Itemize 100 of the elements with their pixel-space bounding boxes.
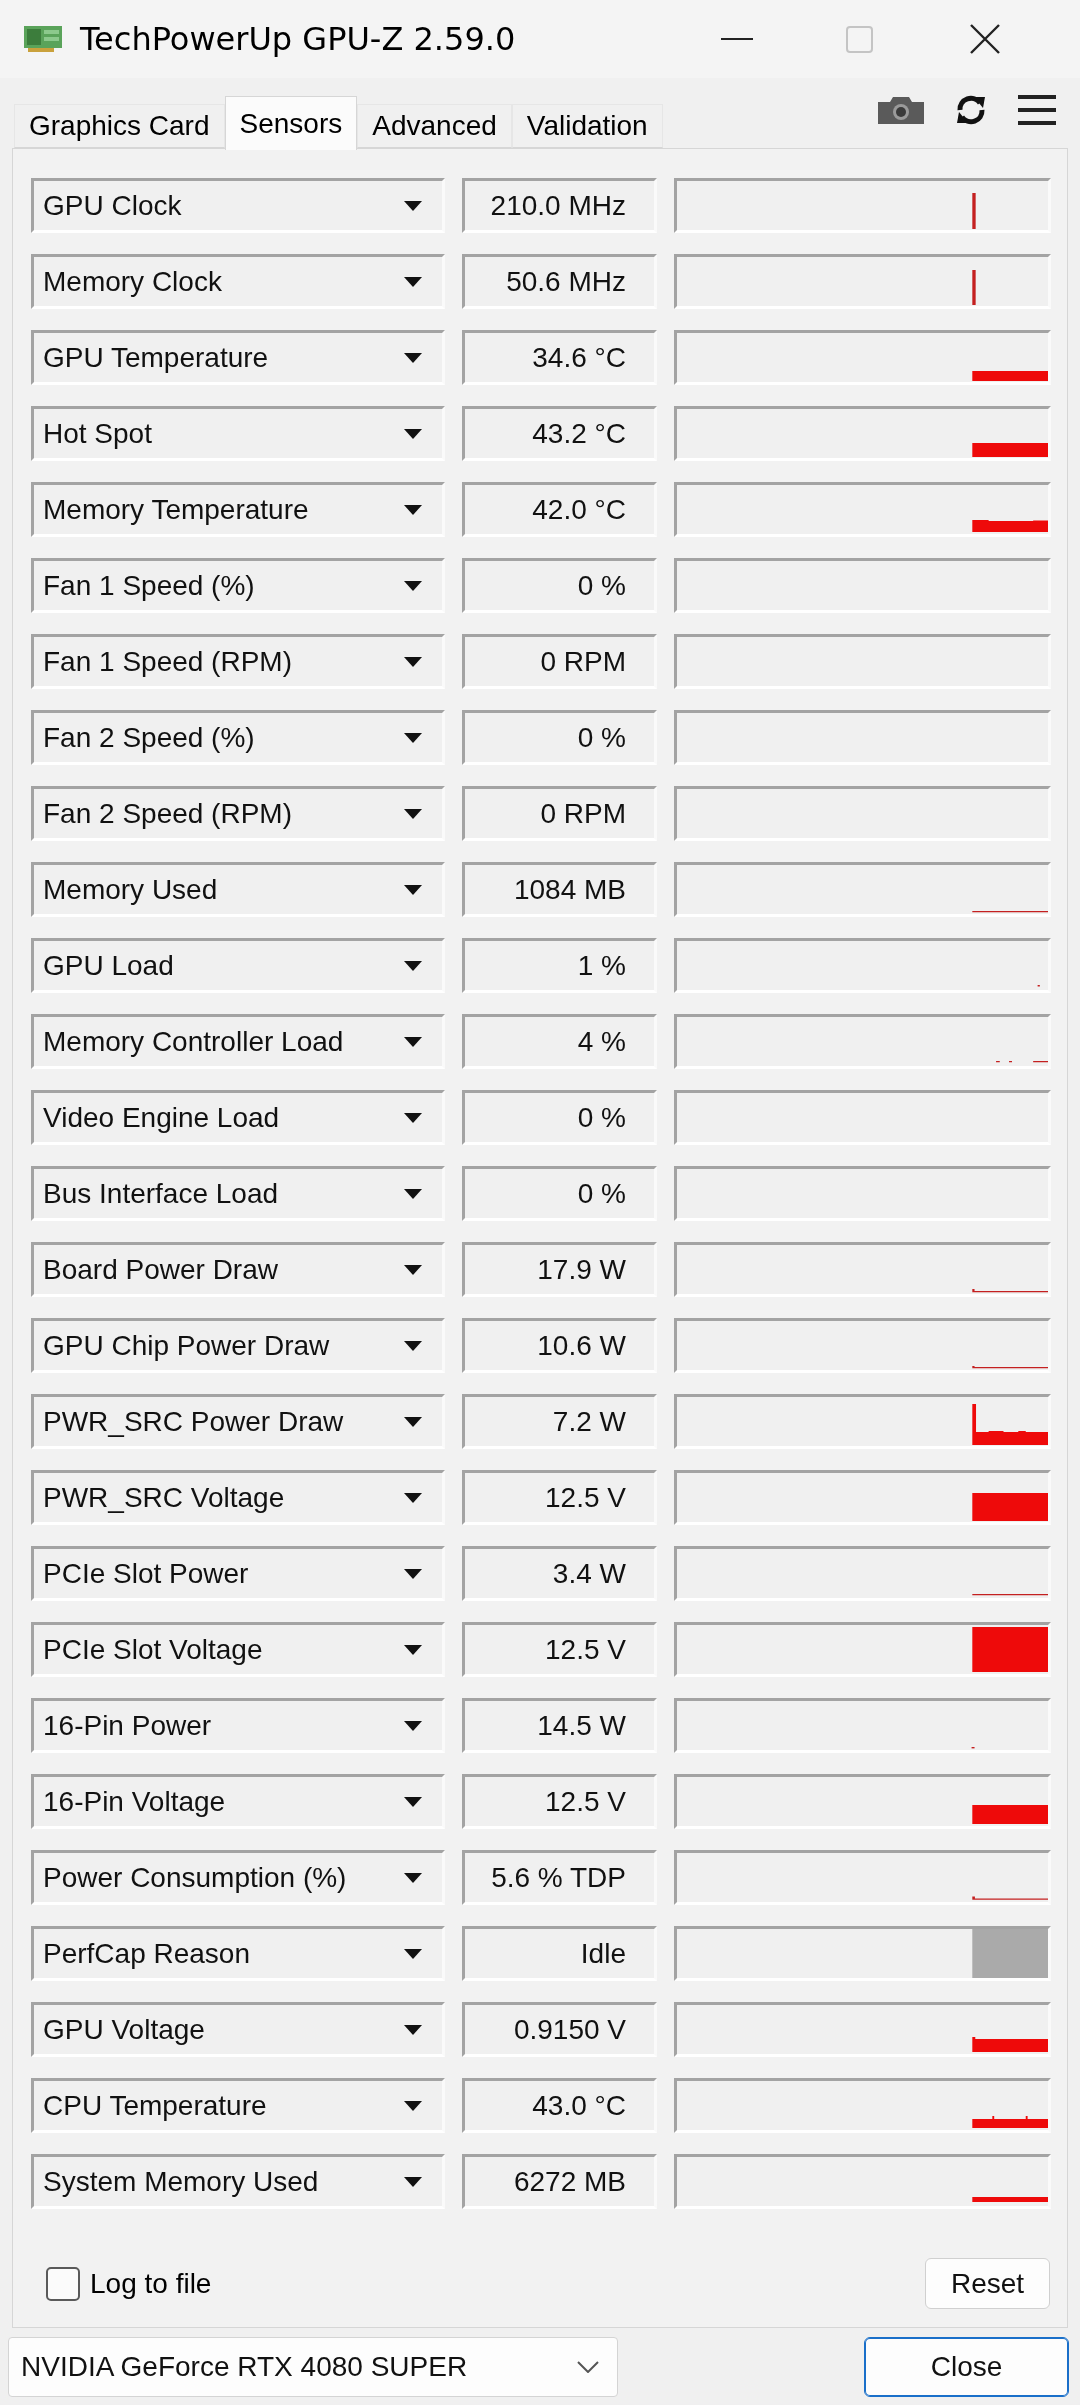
tab[interactable]: Sensors <box>224 96 358 150</box>
sensor-select[interactable]: Fan 2 Speed (%) <box>31 710 445 765</box>
sensor-select[interactable]: GPU Voltage <box>31 2002 445 2057</box>
caret-icon <box>404 2024 422 2035</box>
close-icon[interactable] <box>970 24 1000 54</box>
graphics-card-icon <box>24 26 62 52</box>
caret-icon <box>404 1036 422 1047</box>
sensor-value: 7.2 W <box>462 1394 657 1449</box>
sensor-select[interactable]: Fan 1 Speed (%) <box>31 558 445 613</box>
log-checkbox[interactable] <box>46 2266 80 2301</box>
caret-icon <box>404 276 422 287</box>
sensor-value: 0.9150 V <box>462 2002 657 2057</box>
caret-icon <box>404 1796 422 1807</box>
sensor-value: 5.6 % TDP <box>462 1850 657 1905</box>
sensor-value: Idle <box>462 1926 657 1981</box>
caret-icon <box>404 1492 422 1503</box>
caret-icon <box>404 1948 422 1959</box>
caret-icon <box>404 580 422 591</box>
reset-button[interactable]: Reset <box>925 2258 1050 2309</box>
sensor-select[interactable]: Power Consumption (%) <box>31 1850 445 1905</box>
sensor-value: 12.5 V <box>462 1622 657 1677</box>
sensor-select[interactable]: 16-Pin Power <box>31 1698 445 1753</box>
sensor-select[interactable]: 16-Pin Voltage <box>31 1774 445 1829</box>
caret-icon <box>404 1644 422 1655</box>
sensor-value: 34.6 °C <box>462 330 657 385</box>
sensor-select[interactable]: Board Power Draw <box>31 1242 445 1297</box>
caret-icon <box>404 2176 422 2187</box>
sensor-select[interactable]: Memory Clock <box>31 254 445 309</box>
sensor-value: 1084 MB <box>462 862 657 917</box>
sensor-value: 12.5 V <box>462 1470 657 1525</box>
sensor-value: 6272 MB <box>462 2154 657 2209</box>
sensor-value: 50.6 MHz <box>462 254 657 309</box>
caret-icon <box>404 732 422 743</box>
sensor-select[interactable]: System Memory Used <box>31 2154 445 2209</box>
caret-icon <box>404 1264 422 1275</box>
sensor-select[interactable]: GPU Load <box>31 938 445 993</box>
sensor-select[interactable]: GPU Clock <box>31 178 445 233</box>
sensor-value: 3.4 W <box>462 1546 657 1601</box>
sensor-select[interactable]: GPU Temperature <box>31 330 445 385</box>
sensor-select[interactable]: Hot Spot <box>31 406 445 461</box>
window-title: TechPowerUp GPU-Z 2.59.0 <box>80 20 516 58</box>
sensor-value: 10.6 W <box>462 1318 657 1373</box>
sensor-value: 17.9 W <box>462 1242 657 1297</box>
sensor-select[interactable]: PWR_SRC Power Draw <box>31 1394 445 1449</box>
close-button[interactable]: Close <box>864 2336 1069 2397</box>
minimize-icon[interactable] <box>721 37 753 41</box>
refresh-icon[interactable] <box>954 93 988 127</box>
sensor-value: 0 RPM <box>462 634 657 689</box>
caret-icon <box>404 1188 422 1199</box>
caret-icon <box>404 1416 422 1427</box>
sensor-select[interactable]: GPU Chip Power Draw <box>31 1318 445 1373</box>
gpu-select[interactable]: NVIDIA GeForce RTX 4080 SUPER <box>8 2336 618 2397</box>
sensor-select[interactable]: Video Engine Load <box>31 1090 445 1145</box>
caret-icon <box>404 428 422 439</box>
menu-icon[interactable] <box>1018 95 1056 125</box>
sensor-select[interactable]: PCIe Slot Power <box>31 1546 445 1601</box>
sensor-value: 43.2 °C <box>462 406 657 461</box>
caret-icon <box>404 504 422 515</box>
sparkline <box>971 1747 975 1749</box>
caret-icon <box>404 656 422 667</box>
caret-icon <box>404 1112 422 1123</box>
sensor-value: 0 % <box>462 558 657 613</box>
sensor-value: 210.0 MHz <box>462 178 657 233</box>
sensor-value: 12.5 V <box>462 1774 657 1829</box>
sensor-select[interactable]: PWR_SRC Voltage <box>31 1470 445 1525</box>
sensor-select[interactable]: CPU Temperature <box>31 2078 445 2133</box>
caret-icon <box>404 352 422 363</box>
caret-icon <box>404 884 422 895</box>
sensor-value: 0 RPM <box>462 786 657 841</box>
sensor-value: 0 % <box>462 1090 657 1145</box>
sensor-value: 0 % <box>462 710 657 765</box>
sparkline <box>1037 985 1040 987</box>
sensor-select[interactable]: Memory Controller Load <box>31 1014 445 1069</box>
sensor-select[interactable]: PCIe Slot Voltage <box>31 1622 445 1677</box>
sensor-value: 42.0 °C <box>462 482 657 537</box>
sensor-select[interactable]: Memory Temperature <box>31 482 445 537</box>
caret-icon <box>404 1340 422 1351</box>
caret-icon <box>404 2100 422 2111</box>
sparkline <box>972 193 976 229</box>
sensor-select[interactable]: Fan 2 Speed (RPM) <box>31 786 445 841</box>
chevron-icon <box>577 2360 599 2373</box>
caret-icon <box>404 1568 422 1579</box>
camera-icon[interactable] <box>878 96 924 124</box>
sensor-select[interactable]: Fan 1 Speed (RPM) <box>31 634 445 689</box>
caret-icon <box>404 1872 422 1883</box>
caret-icon <box>404 960 422 971</box>
sparkline <box>996 1061 1048 1063</box>
sensor-select[interactable]: PerfCap Reason <box>31 1926 445 1981</box>
caret-icon <box>404 1720 422 1731</box>
sensor-value: 43.0 °C <box>462 2078 657 2133</box>
tab[interactable]: Graphics Card <box>14 104 225 148</box>
sensor-value: 0 % <box>462 1166 657 1221</box>
tab[interactable]: Advanced <box>357 104 512 148</box>
sensor-value: 14.5 W <box>462 1698 657 1753</box>
sensor-value: 1 % <box>462 938 657 993</box>
tab[interactable]: Validation <box>511 104 663 148</box>
sensor-select[interactable]: Memory Used <box>31 862 445 917</box>
caret-icon <box>404 808 422 819</box>
caret-icon <box>404 200 422 211</box>
sensor-select[interactable]: Bus Interface Load <box>31 1166 445 1221</box>
